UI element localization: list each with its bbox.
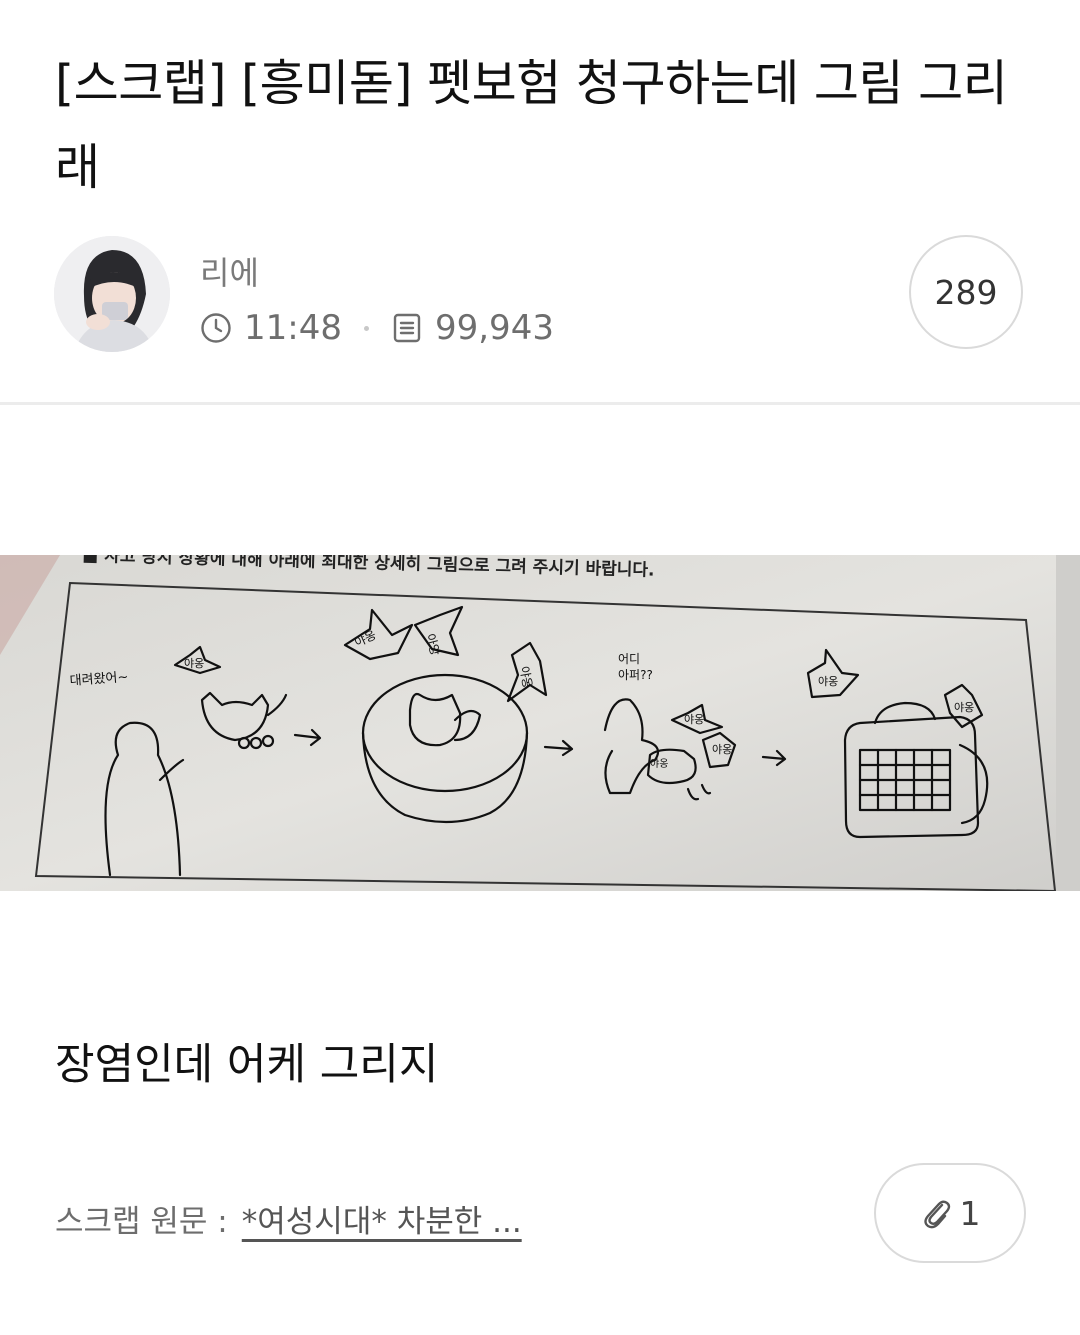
doodle-sound-5: 야옹 — [684, 713, 704, 726]
scrap-source: 스크랩 원문 : *여성시대* 차분한 ... — [55, 1196, 522, 1241]
post-image[interactable]: ■ 사고 당시 상황에 대해 아래에 최대한 상세히 그림으로 그려 주시기 바… — [0, 555, 1080, 891]
post-body-text: 장염인데 어케 그리지 — [55, 1040, 439, 1090]
doodle-sound-7: 야옹 — [818, 675, 838, 688]
comment-count: 289 — [934, 272, 998, 312]
post-meta: 11:48 99,943 — [200, 306, 554, 350]
claim-form-drawing: ■ 사고 당시 상황에 대해 아래에 최대한 상세히 그림으로 그려 주시기 바… — [0, 555, 1080, 891]
doodle-question-2: 아퍼?? — [618, 668, 653, 682]
meta-separator — [363, 325, 369, 331]
doodle-sound-6: 야옹 — [712, 743, 732, 756]
author-avatar[interactable] — [54, 236, 170, 352]
avatar-image — [54, 236, 170, 352]
doodle-question: 어디 — [618, 652, 640, 666]
doodle-sound-1: 야옹 — [184, 657, 204, 670]
view-count: 99,943 — [434, 308, 554, 348]
header-divider — [0, 402, 1080, 405]
attachment-count: 1 — [959, 1193, 981, 1233]
doodle-sound-8: 야옹 — [954, 701, 974, 714]
post-time: 11:48 — [244, 308, 342, 348]
source-label: 스크랩 원문 : — [55, 1204, 228, 1240]
source-link[interactable]: *여성시대* 차분한 ... — [242, 1196, 522, 1241]
doodle-sound-9: 야옹 — [650, 758, 668, 770]
paperclip-icon — [923, 1200, 950, 1229]
document-icon — [393, 313, 421, 343]
author-name[interactable]: 리에 — [200, 248, 259, 294]
attachment-button[interactable]: 1 — [874, 1163, 1026, 1263]
comment-count-button[interactable]: 289 — [909, 235, 1023, 349]
post-title: [스크랩] [흥미돋] 펫보험 청구하는데 그림 그리래 — [55, 55, 1008, 196]
clock-icon — [201, 313, 231, 343]
